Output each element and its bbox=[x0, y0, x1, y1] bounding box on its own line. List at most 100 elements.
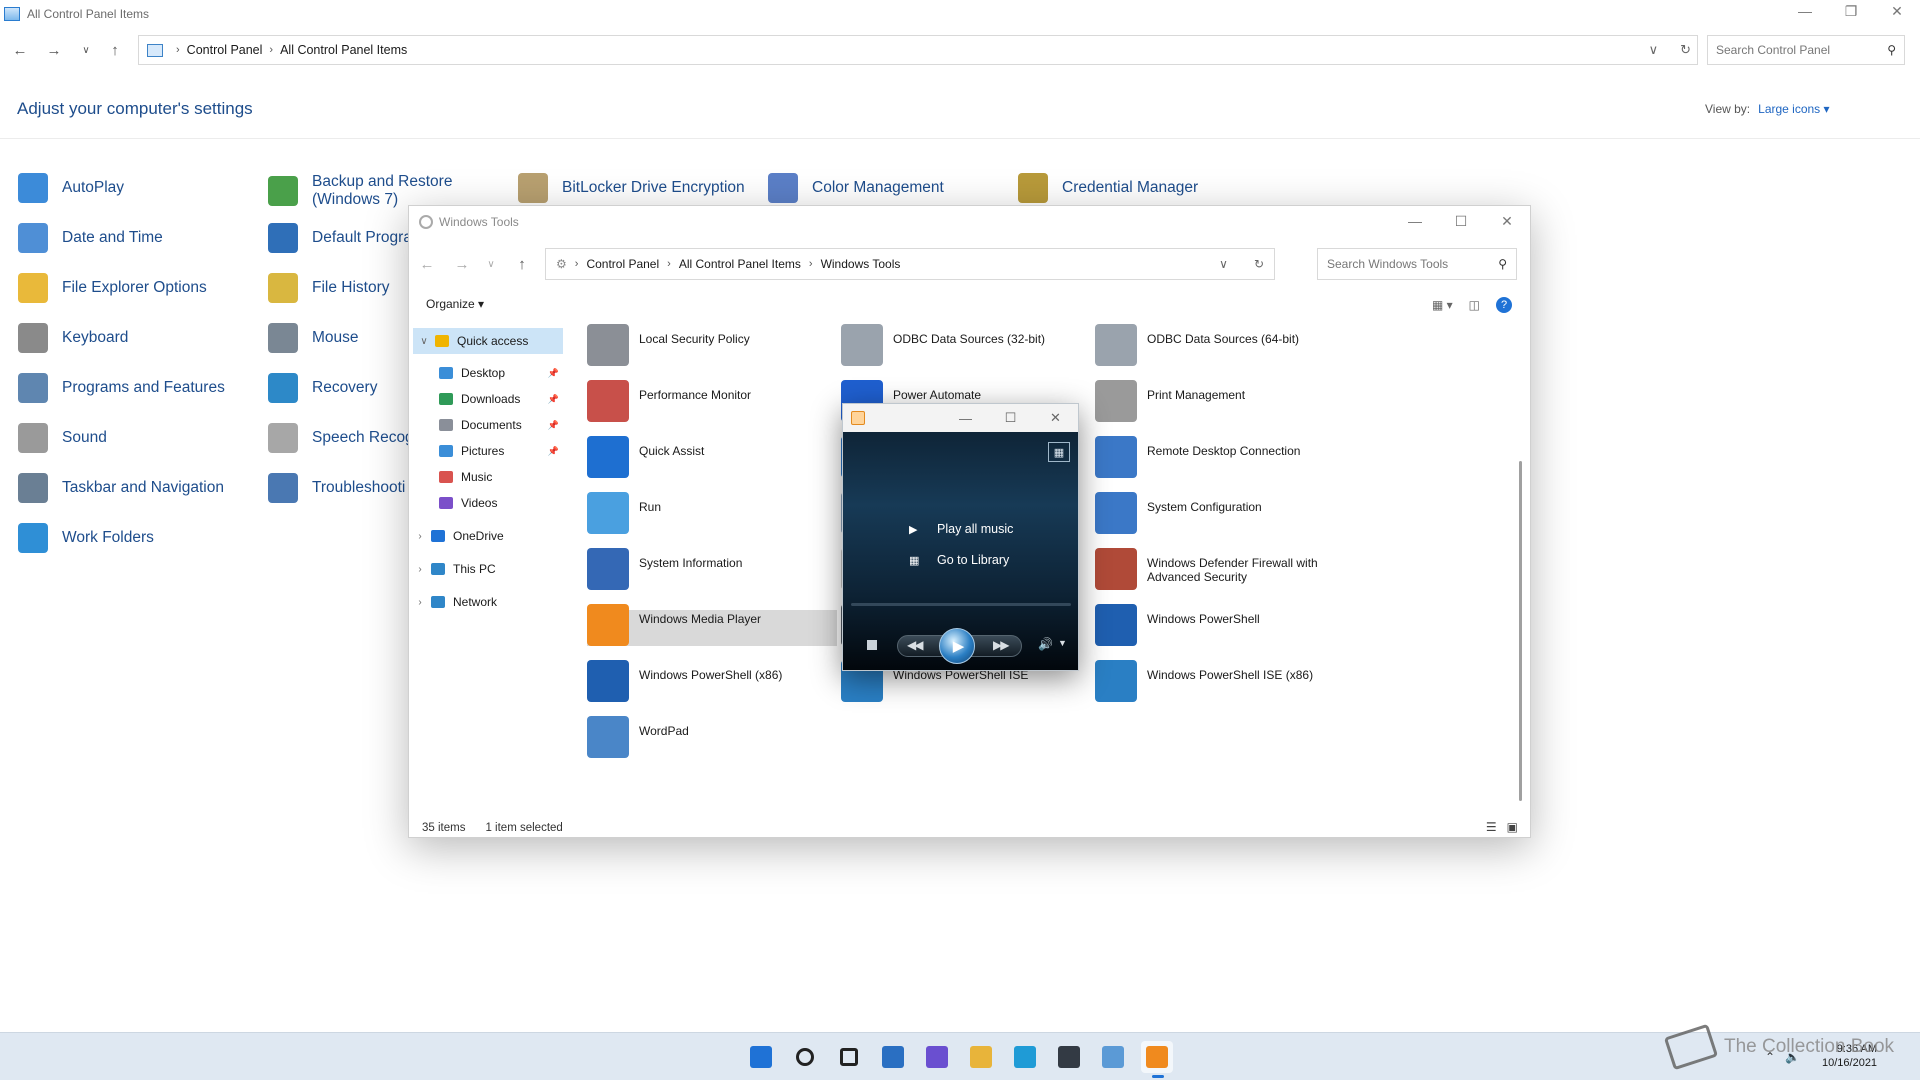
close-button[interactable]: ✕ bbox=[1874, 0, 1920, 22]
control-panel-item-mouse[interactable]: Mouse bbox=[268, 323, 359, 353]
edge-icon[interactable] bbox=[1009, 1041, 1041, 1073]
next-icon[interactable]: ▶▶ bbox=[993, 638, 1010, 652]
task-view-icon[interactable] bbox=[833, 1041, 865, 1073]
tool-windows-powershell-ise[interactable]: Windows PowerShell ISE bbox=[841, 660, 1091, 702]
close-button[interactable]: ✕ bbox=[1484, 206, 1530, 236]
control-panel-item-sound[interactable]: Sound bbox=[18, 423, 107, 453]
nav-item-quick-access[interactable]: ∨ Quick access bbox=[413, 328, 563, 354]
minimize-button[interactable]: — bbox=[1782, 0, 1828, 22]
restore-button[interactable]: ❐ bbox=[1828, 0, 1874, 22]
chevron-right-icon[interactable]: › bbox=[409, 597, 431, 608]
control-panel-item-keyboard[interactable]: Keyboard bbox=[18, 323, 128, 353]
maximize-button[interactable]: ☐ bbox=[1438, 206, 1484, 236]
recent-locations-chevron-icon[interactable]: ∨ bbox=[479, 252, 503, 276]
breadcrumb-all-items[interactable]: All Control Panel Items bbox=[679, 257, 801, 271]
breadcrumb-control-panel[interactable]: Control Panel bbox=[187, 43, 263, 57]
widgets-icon[interactable] bbox=[877, 1041, 909, 1073]
control-panel-item-speech-recog[interactable]: Speech Recog bbox=[268, 423, 414, 453]
control-panel-item-backup-and-restore-windows-7[interactable]: Backup and Restore (Windows 7) bbox=[268, 173, 452, 209]
control-panel-item-work-folders[interactable]: Work Folders bbox=[18, 523, 154, 553]
organize-button[interactable]: Organize ▾ bbox=[426, 297, 484, 311]
chevron-right-icon[interactable]: › bbox=[409, 564, 431, 575]
tool-performance-monitor[interactable]: Performance Monitor bbox=[587, 380, 837, 422]
large-icons-view-icon[interactable]: ▣ bbox=[1507, 820, 1518, 834]
tool-local-security-policy[interactable]: Local Security Policy bbox=[587, 324, 837, 366]
control-panel-item-programs-and-features[interactable]: Programs and Features bbox=[18, 373, 225, 403]
tool-print-management[interactable]: Print Management bbox=[1095, 380, 1345, 422]
control-panel-item-default-progra[interactable]: Default Progra bbox=[268, 223, 412, 253]
forward-arrow-icon[interactable]: → bbox=[42, 38, 66, 62]
chat-icon[interactable] bbox=[921, 1041, 953, 1073]
recent-locations-chevron-icon[interactable]: ∨ bbox=[74, 38, 98, 62]
up-arrow-icon[interactable]: ↑ bbox=[103, 38, 127, 62]
go-to-library-link[interactable]: ▦ Go to Library bbox=[909, 553, 1009, 567]
search-control-panel-input[interactable]: Search Control Panel ⚲ bbox=[1707, 35, 1905, 65]
volume-dropdown-icon[interactable]: ▼ bbox=[1058, 638, 1067, 648]
maximize-button[interactable]: ☐ bbox=[988, 404, 1033, 432]
tool-windows-media-player[interactable]: Windows Media Player bbox=[587, 604, 837, 646]
tool-windows-powershell-ise-x86[interactable]: Windows PowerShell ISE (x86) bbox=[1095, 660, 1345, 702]
tool-wordpad[interactable]: WordPad bbox=[587, 716, 837, 758]
search-icon[interactable]: ⚲ bbox=[1498, 257, 1507, 271]
control-panel-icon[interactable] bbox=[1097, 1041, 1129, 1073]
stop-icon[interactable] bbox=[867, 640, 877, 650]
address-dropdown-icon[interactable]: ∨ bbox=[1649, 42, 1659, 58]
tool-system-information[interactable]: System Information bbox=[587, 548, 837, 590]
tool-windows-defender-firewall-with-advanced-security[interactable]: Windows Defender Firewall with Advanced … bbox=[1095, 548, 1345, 590]
view-by-dropdown[interactable]: Large icons ▾ bbox=[1758, 102, 1829, 116]
control-panel-item-file-history[interactable]: File History bbox=[268, 273, 390, 303]
minimize-button[interactable]: — bbox=[1392, 206, 1438, 236]
start-icon[interactable] bbox=[745, 1041, 777, 1073]
refresh-icon[interactable]: ↻ bbox=[1254, 257, 1264, 271]
nav-item-network[interactable]: › Network bbox=[409, 589, 567, 615]
change-view-icon[interactable]: ▦ ▾ bbox=[1432, 298, 1453, 312]
nav-item-videos[interactable]: Videos bbox=[409, 490, 567, 516]
up-arrow-icon[interactable]: ↑ bbox=[510, 252, 534, 276]
forward-arrow-icon[interactable]: → bbox=[450, 252, 474, 276]
nav-item-onedrive[interactable]: › OneDrive bbox=[409, 523, 567, 549]
nav-item-desktop[interactable]: Desktop 📌 bbox=[409, 360, 567, 386]
tool-odbc-data-sources-64-bit[interactable]: ODBC Data Sources (64-bit) bbox=[1095, 324, 1345, 366]
nav-item-pictures[interactable]: Pictures 📌 bbox=[409, 438, 567, 464]
chevron-right-icon[interactable]: › bbox=[409, 531, 431, 542]
play-button[interactable]: ▶ bbox=[939, 628, 975, 664]
breadcrumb-all-items[interactable]: All Control Panel Items bbox=[280, 43, 407, 57]
refresh-icon[interactable]: ↻ bbox=[1680, 42, 1691, 58]
control-panel-item-troubleshooti[interactable]: Troubleshooti bbox=[268, 473, 405, 503]
tool-windows-powershell[interactable]: Windows PowerShell bbox=[1095, 604, 1345, 646]
nav-item-music[interactable]: Music bbox=[409, 464, 567, 490]
address-bar[interactable]: ⚙ › Control Panel › All Control Panel It… bbox=[545, 248, 1275, 280]
tool-quick-assist[interactable]: Quick Assist bbox=[587, 436, 837, 478]
back-arrow-icon[interactable]: ← bbox=[8, 38, 32, 62]
tool-run[interactable]: Run bbox=[587, 492, 837, 534]
control-panel-item-taskbar-and-navigation[interactable]: Taskbar and Navigation bbox=[18, 473, 224, 503]
control-panel-item-bitlocker-drive-encryption[interactable]: BitLocker Drive Encryption bbox=[518, 173, 745, 203]
tool-odbc-data-sources-32-bit[interactable]: ODBC Data Sources (32-bit) bbox=[841, 324, 1091, 366]
nav-item-documents[interactable]: Documents 📌 bbox=[409, 412, 567, 438]
close-button[interactable]: ✕ bbox=[1033, 404, 1078, 432]
back-arrow-icon[interactable]: ← bbox=[415, 252, 439, 276]
nav-item-this-pc[interactable]: › This PC bbox=[409, 556, 567, 582]
control-panel-item-autoplay[interactable]: AutoPlay bbox=[18, 173, 124, 203]
address-dropdown-icon[interactable]: ∨ bbox=[1219, 257, 1228, 271]
control-panel-item-credential-manager[interactable]: Credential Manager bbox=[1018, 173, 1198, 203]
media-player-icon[interactable] bbox=[1141, 1041, 1173, 1073]
vertical-scrollbar[interactable] bbox=[1519, 461, 1522, 801]
help-icon[interactable]: ? bbox=[1496, 297, 1512, 313]
search-windows-tools-input[interactable]: Search Windows Tools ⚲ bbox=[1317, 248, 1517, 280]
previous-icon[interactable]: ◀◀ bbox=[907, 638, 924, 652]
search-icon[interactable] bbox=[789, 1041, 821, 1073]
address-bar[interactable]: › Control Panel › All Control Panel Item… bbox=[138, 35, 1698, 65]
switch-to-library-icon[interactable]: ▦ bbox=[1048, 442, 1070, 462]
control-panel-item-date-and-time[interactable]: Date and Time bbox=[18, 223, 163, 253]
chevron-down-icon[interactable]: ∨ bbox=[413, 336, 435, 347]
breadcrumb-control-panel[interactable]: Control Panel bbox=[586, 257, 659, 271]
seek-bar[interactable] bbox=[851, 603, 1071, 606]
volume-icon[interactable]: 🔊 bbox=[1038, 637, 1053, 651]
tool-system-configuration[interactable]: System Configuration bbox=[1095, 492, 1345, 534]
control-panel-item-file-explorer-options[interactable]: File Explorer Options bbox=[18, 273, 207, 303]
file-explorer-icon[interactable] bbox=[965, 1041, 997, 1073]
play-all-music-link[interactable]: ▶ Play all music bbox=[909, 522, 1013, 536]
details-view-icon[interactable]: ☰ bbox=[1486, 820, 1497, 834]
control-panel-item-color-management[interactable]: Color Management bbox=[768, 173, 944, 203]
